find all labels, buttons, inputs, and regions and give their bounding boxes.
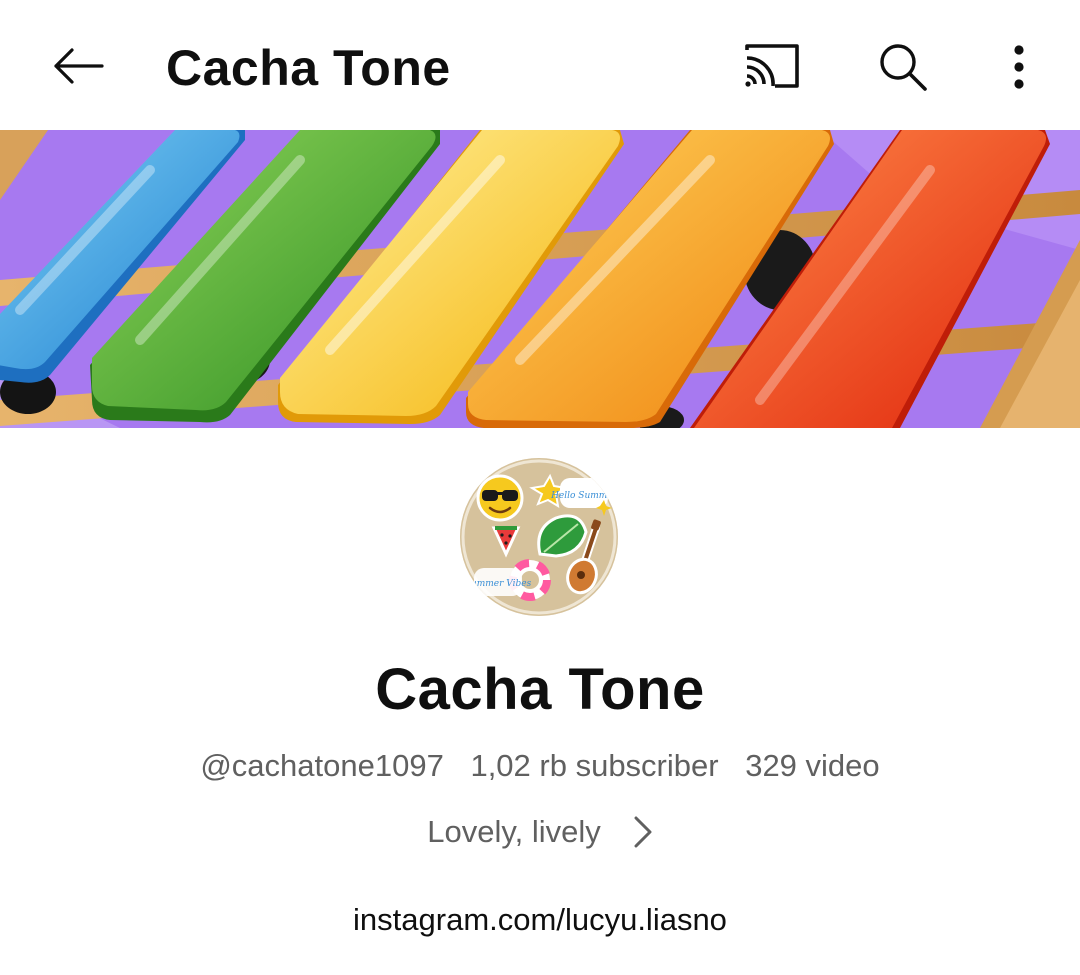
channel-handle: @cachatone1097 (200, 748, 444, 783)
top-app-bar: Cacha Tone (0, 0, 1080, 130)
channel-description-link[interactable]: Lovely, lively (0, 810, 1080, 854)
channel-banner (0, 130, 1080, 428)
more-vertical-icon (1014, 45, 1024, 89)
search-icon (880, 44, 927, 91)
xylophone-banner-image (0, 130, 1080, 428)
summer-vibes-text: Summer Vibes (465, 579, 532, 589)
video-count: 329 video (745, 748, 880, 783)
channel-name: Cacha Tone (375, 657, 705, 722)
channel-description: Lovely, lively (427, 814, 601, 849)
back-button[interactable] (48, 36, 108, 96)
cast-icon (745, 44, 799, 88)
channel-meta: @cachatone1097 1,02 rb subscriber 329 vi… (0, 744, 1080, 788)
search-button[interactable] (872, 36, 934, 98)
external-link-row: instagram.com/lucyu.liasno (0, 896, 1080, 944)
cast-button[interactable] (738, 38, 804, 94)
hello-summer-text: Hello Summer (550, 491, 618, 501)
channel-avatar[interactable]: Hello Summer Summer Vibes (460, 458, 618, 616)
instagram-link[interactable]: instagram.com/lucyu.liasno (353, 902, 727, 937)
chevron-right-icon (633, 815, 653, 849)
app-bar-title: Cacha Tone (166, 40, 451, 96)
subscriber-count: 1,02 rb subscriber (470, 748, 719, 783)
more-options-button[interactable] (996, 36, 1042, 98)
arrow-left-icon (54, 48, 104, 84)
summer-stickers-avatar: Hello Summer Summer Vibes (460, 458, 618, 616)
